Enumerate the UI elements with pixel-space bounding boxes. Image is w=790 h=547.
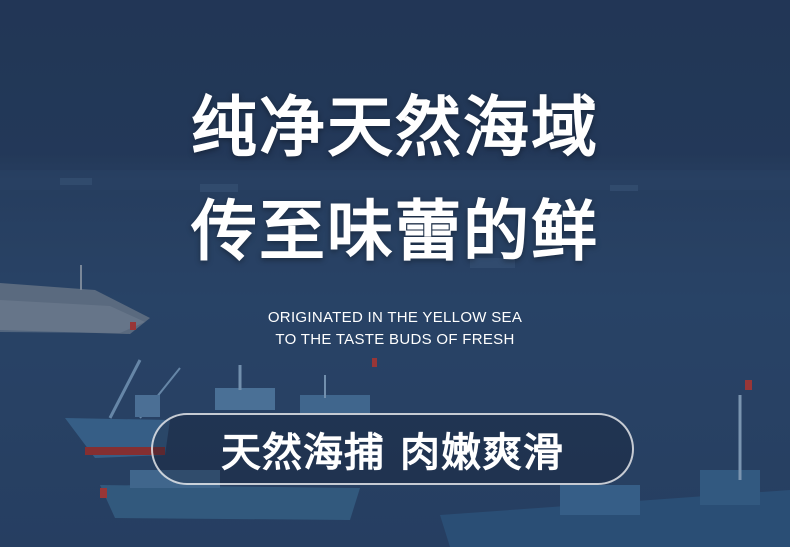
tagline-badge: 天然海捕 肉嫩爽滑 [151, 413, 634, 485]
headline-line-2: 传至味蕾的鲜 [191, 192, 599, 270]
banner: 纯净天然海域 传至味蕾的鲜 ORIGINATED IN THE YELLOW S… [0, 0, 790, 547]
tagline-text: 天然海捕 肉嫩爽滑 [221, 430, 564, 476]
headline-line-1: 纯净天然海域 [191, 88, 599, 166]
english-subtitle-line-1: ORIGINATED IN THE YELLOW SEA [267, 309, 523, 326]
english-subtitle-line-2: TO THE TASTE BUDS OF FRESH [275, 331, 515, 348]
